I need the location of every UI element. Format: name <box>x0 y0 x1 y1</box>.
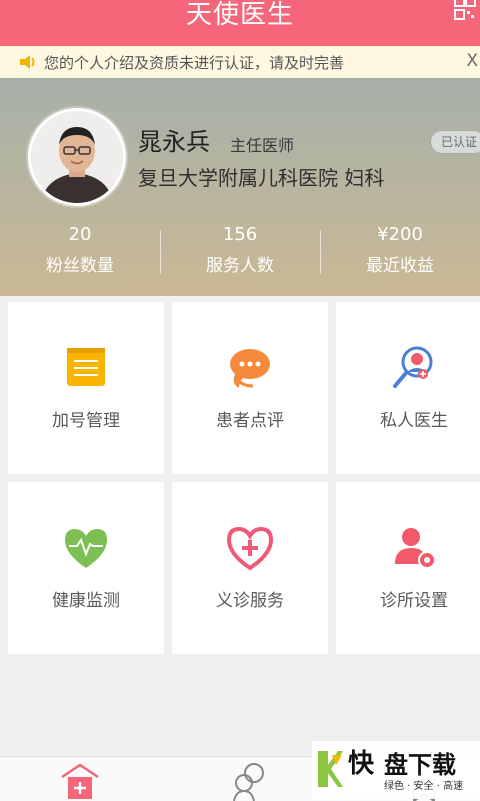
menu-add-appointment[interactable]: 加号管理 <box>8 302 164 474</box>
clipboard-icon <box>67 348 105 386</box>
stat-served[interactable]: 156 服务人数 <box>160 218 320 292</box>
stat-fans[interactable]: 20 粉丝数量 <box>0 218 160 292</box>
menu-label: 义诊服务 <box>216 591 284 611</box>
app-title: 天使医生 <box>185 0 294 30</box>
hospital-department: 复旦大学附属儿科医院 妇科 <box>138 166 385 190</box>
user-gear-icon <box>395 528 436 569</box>
heart-pulse-icon <box>65 529 107 568</box>
doctor-name: 晁永兵 <box>138 128 210 156</box>
doctor-search-icon <box>393 346 433 388</box>
tab-home-icon[interactable] <box>60 761 100 801</box>
watermark-tagline: 绿色 · 安全 · 高速 <box>384 781 464 792</box>
verification-notice[interactable]: 您的个人介绍及资质未进行认证，请及时完善 X <box>0 46 480 78</box>
doctor-title: 主任医师 <box>230 136 295 155</box>
close-notice-button[interactable]: X <box>466 51 478 71</box>
heart-plus-icon <box>226 526 274 571</box>
notice-text: 您的个人介绍及资质未进行认证，请及时完善 <box>44 53 345 72</box>
verified-badge: 已认证 <box>429 130 480 154</box>
stat-value: ¥200 <box>377 224 423 245</box>
menu-label: 患者点评 <box>216 411 284 431</box>
tab-patients-icon[interactable] <box>232 761 272 801</box>
qr-code-icon[interactable] <box>454 0 476 24</box>
menu-patient-reviews[interactable]: 患者点评 <box>172 302 328 474</box>
app-header: 天使医生 <box>0 0 480 46</box>
menu-health-monitor[interactable]: 健康监测 <box>8 482 164 654</box>
menu-clinic-settings[interactable]: 诊所设置 <box>336 482 480 654</box>
menu-label: 诊所设置 <box>380 591 448 611</box>
menu-free-clinic[interactable]: 义诊服务 <box>172 482 328 654</box>
avatar[interactable] <box>28 108 126 206</box>
watermark-logo: 快 盘下载 绿色 · 安全 · 高速 <box>312 741 480 799</box>
stat-value: 20 <box>68 224 92 245</box>
menu-label: 健康监测 <box>52 591 120 611</box>
stat-label: 最近收益 <box>366 256 434 276</box>
stat-income[interactable]: ¥200 最近收益 <box>320 218 480 292</box>
watermark-brand-2: 盘下载 <box>384 751 456 779</box>
menu-label: 加号管理 <box>52 411 120 431</box>
k-logo-icon <box>318 751 343 787</box>
stats-row: 20 粉丝数量 156 服务人数 ¥200 最近收益 <box>0 218 480 292</box>
stat-label: 粉丝数量 <box>46 256 114 276</box>
menu-label: 私人医生 <box>380 411 448 431</box>
speaker-icon <box>20 55 35 69</box>
stat-label: 服务人数 <box>206 256 274 276</box>
doctor-photo <box>31 111 123 203</box>
watermark-brand-1: 快 <box>348 749 375 779</box>
menu-private-doctor[interactable]: 私人医生 <box>336 302 480 474</box>
chat-bubble-icon <box>230 349 270 388</box>
stat-value: 156 <box>222 224 258 245</box>
profile-panel[interactable]: 晁永兵 主任医师 复旦大学附属儿科医院 妇科 已认证 20 粉丝数量 156 服… <box>0 78 480 296</box>
